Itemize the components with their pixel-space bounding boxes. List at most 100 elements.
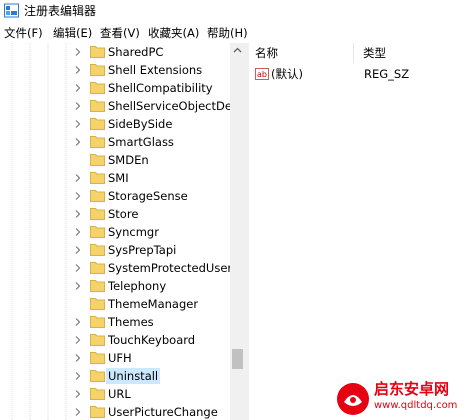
folder-icon (90, 352, 105, 364)
tree-item-uninstall[interactable]: Uninstall (0, 367, 230, 385)
chevron-right-icon[interactable] (72, 241, 84, 259)
folder-icon (90, 100, 105, 112)
registry-tree[interactable]: SharedPC Shell Extensions ShellCompatibili… (0, 43, 245, 420)
chevron-right-icon[interactable] (72, 385, 84, 403)
tree-item-storagesense[interactable]: StorageSense (0, 187, 230, 205)
tree-item-telephony[interactable]: Telephony (0, 277, 230, 295)
watermark: 启东安卓网 www.qdltdq.com (336, 378, 464, 418)
tree-item-store[interactable]: Store (0, 205, 230, 223)
tree-item-shellserviceobjectdela[interactable]: ShellServiceObjectDela (0, 97, 242, 115)
values-list[interactable]: 名称 类型 ab (默认) REG_SZ (249, 43, 467, 420)
folder-icon (90, 172, 105, 184)
tree-item-label: Telephony (108, 279, 167, 293)
watermark-url: www.qdltdq.com (374, 400, 458, 411)
tree-item-label: SysPrepTapi (108, 243, 177, 257)
chevron-right-icon[interactable] (72, 133, 84, 151)
scroll-up-icon[interactable] (230, 43, 245, 58)
chevron-right-icon[interactable] (72, 403, 84, 420)
folder-icon (90, 118, 105, 130)
tree-item-smi[interactable]: SMI (0, 169, 230, 187)
folder-icon (90, 370, 105, 382)
tree-item-shell-extensions[interactable]: Shell Extensions (0, 61, 230, 79)
column-header-type[interactable]: 类型 (363, 43, 386, 63)
tree-item-label: SharedPC (108, 45, 164, 59)
menu-bar: 文件(F) 编辑(E) 查看(V) 收藏夹(A) 帮助(H) (0, 23, 467, 43)
folder-icon (90, 136, 105, 148)
chevron-right-icon[interactable] (72, 97, 84, 115)
chevron-right-icon[interactable] (72, 187, 84, 205)
folder-icon (90, 82, 105, 94)
tree-scrollbar[interactable] (230, 43, 245, 420)
tree-item-syspreptapi[interactable]: SysPrepTapi (0, 241, 230, 259)
tree-item-thememanager[interactable]: ThemeManager (0, 295, 230, 313)
chevron-right-icon[interactable] (72, 223, 84, 241)
value-row[interactable]: ab (默认) REG_SZ (249, 65, 467, 83)
tree-item-label: SMI (108, 171, 129, 185)
column-header-name[interactable]: 名称 (255, 43, 278, 63)
tree-item-label: SideBySide (108, 117, 173, 131)
tree-item-touchkeyboard[interactable]: TouchKeyboard (0, 331, 230, 349)
tree-item-label: Themes (108, 315, 154, 329)
tree-item-label: StorageSense (108, 189, 188, 203)
tree-item-label: SystemProtectedUserD (108, 261, 241, 275)
tree-item-label: TouchKeyboard (108, 333, 196, 347)
menu-help[interactable]: 帮助(H) (207, 25, 248, 41)
chevron-right-icon[interactable] (72, 43, 84, 61)
tree-item-label: Syncmgr (108, 225, 159, 239)
folder-icon (90, 316, 105, 328)
tree-item-smartglass[interactable]: SmartGlass (0, 133, 230, 151)
folder-icon (90, 46, 105, 58)
tree-item-label: SmartGlass (108, 135, 174, 149)
watermark-name: 启东安卓网 (374, 380, 450, 398)
title-bar: 注册表编辑器 (0, 0, 467, 22)
chevron-right-icon[interactable] (72, 331, 84, 349)
chevron-right-icon[interactable] (72, 259, 84, 277)
tree-item-label: SMDEn (108, 153, 149, 167)
tree-item-sharedpc[interactable]: SharedPC (0, 43, 230, 61)
menu-favorites[interactable]: 收藏夹(A) (148, 25, 199, 41)
folder-icon (90, 280, 105, 292)
tree-item-label: ShellServiceObjectDela (108, 99, 243, 113)
chevron-right-icon[interactable] (72, 79, 84, 97)
column-separator[interactable] (353, 43, 354, 63)
chevron-right-icon[interactable] (72, 313, 84, 331)
tree-item-label: Uninstall (106, 368, 161, 384)
menu-view[interactable]: 查看(V) (100, 25, 140, 41)
chevron-right-icon[interactable] (72, 169, 84, 187)
chevron-right-icon[interactable] (72, 277, 84, 295)
chevron-right-icon[interactable] (72, 367, 84, 385)
tree-item-themes[interactable]: Themes (0, 313, 230, 331)
tree-item-systemprotecteduserd[interactable]: SystemProtectedUserD (0, 259, 241, 277)
menu-file[interactable]: 文件(F) (4, 25, 43, 41)
scroll-thumb[interactable] (232, 349, 243, 369)
tree-item-ufh[interactable]: UFH (0, 349, 230, 367)
tree-item-label: UFH (108, 351, 132, 365)
registry-editor-icon (4, 3, 19, 18)
chevron-right-icon[interactable] (72, 205, 84, 223)
folder-icon (90, 334, 105, 346)
folder-icon (90, 208, 105, 220)
menu-edit[interactable]: 编辑(E) (53, 25, 92, 41)
watermark-logo-icon (337, 383, 369, 415)
tree-item-label: ShellCompatibility (108, 81, 213, 95)
folder-icon (90, 406, 105, 418)
chevron-right-icon[interactable] (72, 349, 84, 367)
tree-item-userpicturechange[interactable]: UserPictureChange (0, 403, 230, 420)
folder-icon (90, 298, 105, 310)
folder-icon (90, 190, 105, 202)
value-type: REG_SZ (364, 67, 410, 81)
tree-item-label: UserPictureChange (108, 405, 218, 419)
tree-item-syncmgr[interactable]: Syncmgr (0, 223, 230, 241)
chevron-right-icon[interactable] (72, 61, 84, 79)
string-value-icon: ab (255, 68, 269, 80)
svg-text:ab: ab (257, 70, 267, 79)
tree-item-smden[interactable]: SMDEn (0, 151, 230, 169)
chevron-right-icon[interactable] (72, 115, 84, 133)
value-name: (默认) (271, 67, 303, 81)
folder-icon (90, 64, 105, 76)
tree-item-label: ThemeManager (108, 297, 199, 311)
tree-item-sidebyside[interactable]: SideBySide (0, 115, 230, 133)
folder-icon (90, 244, 105, 256)
tree-item-shellcompatibility[interactable]: ShellCompatibility (0, 79, 230, 97)
tree-item-url[interactable]: URL (0, 385, 230, 403)
